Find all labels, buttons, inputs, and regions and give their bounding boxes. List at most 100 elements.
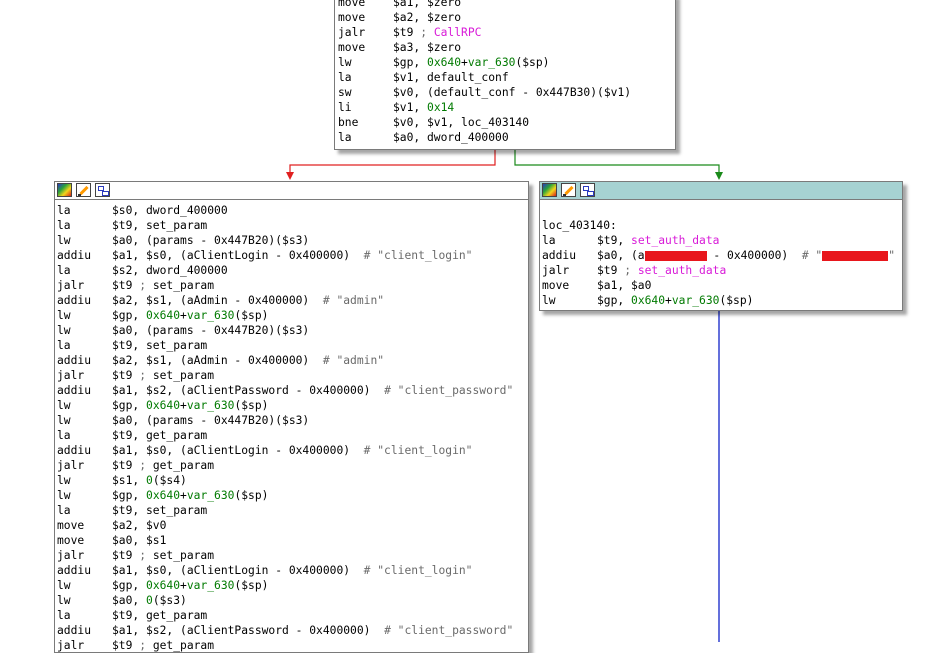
operands: $gp, 0x640+var_630($sp) [112, 488, 268, 503]
operand-token: # "client_login" [363, 249, 473, 262]
operand-token: $gp, [597, 294, 632, 307]
mnemonic: lw [57, 579, 71, 592]
operands: $a0, (params - 0x447B20)($s3) [112, 323, 309, 338]
operands: $a0, 0($s3) [112, 593, 187, 608]
rename-pencil-icon[interactable] [76, 183, 91, 197]
operand-token: set_param [152, 279, 215, 292]
operands: $t9 ; set_auth_data [597, 263, 726, 278]
operands: $t9 ; set_param [112, 278, 214, 293]
operand-token: + [180, 309, 187, 322]
right-code-block[interactable]: loc_403140: la $t9, set_auth_data addiu $a0… [539, 181, 903, 311]
false-branch-arrowhead [286, 172, 294, 180]
operands: $a0, $s1 [112, 533, 166, 548]
mnemonic: sw [338, 86, 352, 99]
operand-token: $a1, $zero [393, 0, 462, 9]
operand-token: # "client_login" [363, 444, 473, 457]
operand-token: $gp, [112, 579, 147, 592]
operand-token: $t9, [597, 234, 632, 247]
mnemonic: la [338, 131, 352, 144]
mnemonic: jalr [57, 549, 85, 562]
graph-overview-icon[interactable] [580, 183, 595, 197]
operand-token: $t9, get_param [112, 609, 208, 622]
mnemonic: addiu [57, 384, 92, 397]
operand-token: ($sp) [234, 489, 269, 502]
operand-token: $gp, [393, 56, 428, 69]
mnemonic: jalr [57, 369, 85, 382]
left-code-block[interactable]: la $s0, dword_400000 la $t9, set_param lw $a0… [54, 181, 529, 653]
operands: $t9, set_param [112, 338, 207, 353]
operand-token: $a1, $s0, (aClientLogin - 0x400000) [112, 564, 364, 577]
mnemonic: la [57, 219, 71, 232]
operands: $gp, 0x640+var_630($sp) [597, 293, 753, 308]
mnemonic: bne [338, 116, 359, 129]
operand-token: + [461, 56, 468, 69]
color-palette-icon[interactable] [542, 183, 557, 197]
operand-token: # "client_password" [384, 624, 514, 637]
operand-token: ($sp) [719, 294, 754, 307]
mnemonic: lw [57, 234, 71, 247]
operands: $t9 ; set_param [112, 548, 214, 563]
right-block-titlebar [540, 182, 902, 200]
operand-token: $a0, (a [597, 249, 645, 262]
mnemonic: la [57, 264, 71, 277]
color-palette-icon[interactable] [57, 183, 72, 197]
operand-token: 0x640 [146, 399, 181, 412]
operand-token: var_630 [671, 294, 720, 307]
operand-token: 0x640 [146, 579, 181, 592]
mnemonic: jalr [338, 26, 366, 39]
top-code-block[interactable]: move $a1, $zero move $a2, $zero jalr $t9 ; Ca… [334, 0, 676, 150]
redaction-mark [644, 251, 707, 261]
mnemonic: jalr [542, 264, 570, 277]
operand-token: ($sp) [234, 309, 269, 322]
operands: $v0, (default_conf - 0x447B30)($v1) [393, 85, 631, 100]
operand-token: ; [139, 279, 153, 292]
operand-token: var_630 [186, 579, 235, 592]
operand-token: $a1, $s2, (aClientPassword - 0x400000) [112, 624, 385, 637]
operand-token: $s1, [112, 474, 147, 487]
operand-token: + [665, 294, 672, 307]
operand-token: $v0, $v1, loc_403140 [393, 116, 530, 129]
operand-token: $v1, [393, 101, 428, 114]
mnemonic: addiu [57, 294, 92, 307]
operands: $t9 ; get_param [112, 458, 214, 473]
operands: $v1, default_conf [393, 70, 509, 85]
operands: $v0, $v1, loc_403140 [393, 115, 529, 130]
operands: $gp, 0x640+var_630($sp) [112, 578, 268, 593]
rename-pencil-icon[interactable] [561, 183, 576, 197]
operand-token: $v0, (default_conf - 0x447B30)($v1) [393, 86, 632, 99]
operands: $gp, 0x640+var_630($sp) [112, 398, 268, 413]
mnemonic: lw [57, 489, 71, 502]
redaction-mark [822, 251, 889, 261]
operand-token: $t9 [597, 264, 625, 277]
graph-overview-icon[interactable] [95, 183, 110, 197]
operand-token: set_param [152, 549, 215, 562]
operands: $a2, $s1, (aAdmin - 0x400000) # "admin" [112, 353, 384, 368]
mnemonic: move [338, 0, 366, 9]
operand-token: $a2, $v0 [112, 519, 167, 532]
mnemonic: move [338, 11, 366, 24]
mnemonic: addiu [57, 444, 92, 457]
mnemonic: move [542, 279, 570, 292]
operand-token: $gp, [112, 399, 147, 412]
operand-token: $a2, $s1, (aAdmin - 0x400000) [112, 294, 323, 307]
operands: $t9, set_param [112, 218, 207, 233]
left-block-titlebar [55, 182, 528, 200]
operands: $a0, (params - 0x447B20)($s3) [112, 233, 309, 248]
operands: $a1, $zero [393, 0, 461, 10]
operands: $t9, set_auth_data [597, 233, 719, 248]
mnemonic: addiu [57, 354, 92, 367]
false-branch-edge [289, 148, 496, 174]
operand-token: $t9 [112, 279, 140, 292]
operand-token: var_630 [467, 56, 516, 69]
mnemonic: lw [57, 399, 71, 412]
operands: $a2, $zero [393, 10, 461, 25]
mnemonic: addiu [57, 564, 92, 577]
mnemonic: lw [57, 324, 71, 337]
operand-token: # "admin" [322, 294, 385, 307]
operands: $a1, $a0 [597, 278, 651, 293]
location-label[interactable]: loc_403140: [542, 218, 617, 233]
operand-token: $t9, get_param [112, 429, 208, 442]
operand-token: $t9 [112, 639, 140, 652]
operands: $t9, set_param [112, 503, 207, 518]
operand-token: $a0, (params - 0x447B20)($s3) [112, 234, 310, 247]
